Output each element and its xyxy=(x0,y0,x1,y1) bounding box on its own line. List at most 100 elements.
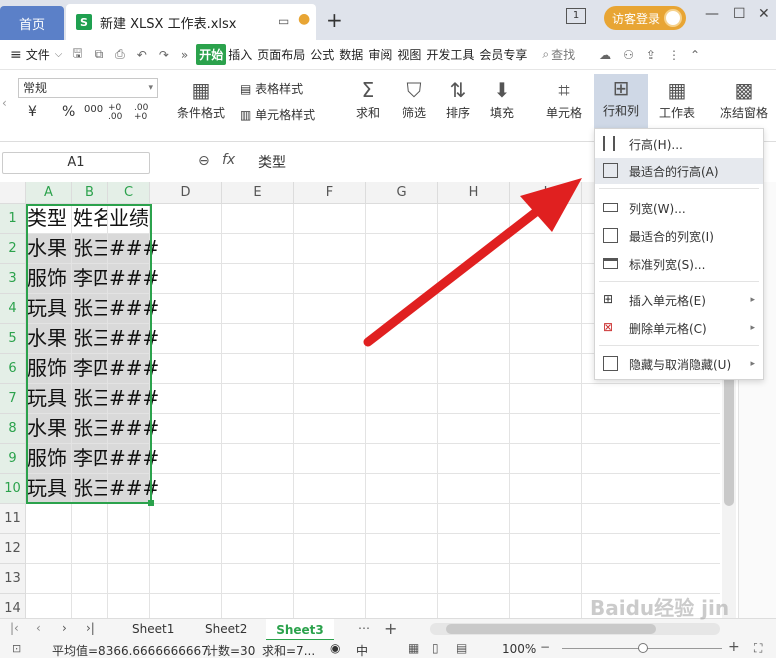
monitor-icon[interactable]: ▭ xyxy=(278,14,289,28)
row-header[interactable]: 14 xyxy=(0,594,26,618)
grid-cell[interactable] xyxy=(438,264,510,294)
grid-cell[interactable]: 服饰 xyxy=(26,444,72,474)
grid-cell[interactable] xyxy=(108,504,150,534)
grid-cell[interactable]: ### xyxy=(108,474,159,504)
grid-cell[interactable] xyxy=(222,594,294,618)
grid-cell[interactable]: 姓名 xyxy=(72,204,108,234)
grid-cell[interactable] xyxy=(582,444,720,474)
menu-item-autofit-row-height[interactable]: 最适合的行高(A) xyxy=(595,158,763,184)
grid-cell[interactable] xyxy=(108,534,150,564)
menu-item-standard-width[interactable]: 标准列宽(S)... xyxy=(595,251,763,277)
conditional-format-button[interactable]: ▦ 条件格式 xyxy=(170,76,232,121)
input-lang-indicator[interactable]: 中 xyxy=(356,642,368,658)
grid-cell[interactable] xyxy=(510,354,582,384)
format-painter-icon[interactable]: ⧉ xyxy=(95,47,104,62)
grid-cell[interactable]: 张三 xyxy=(72,384,108,414)
page-layout-view-icon[interactable]: ▯ xyxy=(432,641,439,655)
grid-cell[interactable] xyxy=(510,534,582,564)
grid-cell[interactable] xyxy=(222,354,294,384)
grid-cell[interactable] xyxy=(366,204,438,234)
save-icon[interactable]: 🖫 xyxy=(72,44,82,65)
grid-cell[interactable] xyxy=(366,414,438,444)
grid-cell[interactable] xyxy=(366,534,438,564)
zoom-slider-handle[interactable] xyxy=(638,643,648,653)
increase-decimal-button[interactable]: +0 .00 xyxy=(108,104,130,122)
collapse-ribbon-icon[interactable]: ⌃ xyxy=(690,48,700,62)
grid-cell[interactable] xyxy=(222,324,294,354)
grid-cell[interactable] xyxy=(72,504,108,534)
eye-protection-icon[interactable]: ◉ xyxy=(330,641,340,655)
grid-cell[interactable] xyxy=(294,474,366,504)
grid-cell[interactable]: ### xyxy=(108,324,159,354)
menu-review[interactable]: 审阅 xyxy=(368,46,392,63)
grid-cell[interactable] xyxy=(222,204,294,234)
sum-button[interactable]: Σ 求和 xyxy=(350,76,386,121)
menu-start[interactable]: 开始 xyxy=(196,44,227,65)
grid-cell[interactable] xyxy=(582,564,720,594)
new-tab-button[interactable]: + xyxy=(326,8,343,32)
row-header[interactable]: 7 xyxy=(0,384,26,414)
grid-cell[interactable] xyxy=(582,384,720,414)
grid-cell[interactable]: 张三 xyxy=(72,324,108,354)
column-header-d[interactable]: D xyxy=(150,182,222,204)
sheet-tab-2[interactable]: Sheet2 xyxy=(205,622,247,636)
grid-cell[interactable] xyxy=(222,414,294,444)
grid-cell[interactable]: ### xyxy=(108,234,159,264)
grid-cell[interactable] xyxy=(510,594,582,618)
row-header[interactable]: 9 xyxy=(0,444,26,474)
grid-cell[interactable] xyxy=(438,564,510,594)
grid-cell[interactable] xyxy=(438,234,510,264)
grid-cell[interactable]: 张三 xyxy=(72,414,108,444)
grid-cell[interactable] xyxy=(510,444,582,474)
print-icon[interactable]: ⎙ xyxy=(115,47,125,62)
page-break-view-icon[interactable]: ▤ xyxy=(456,641,467,655)
grid-cell[interactable] xyxy=(222,264,294,294)
row-header[interactable]: 8 xyxy=(0,414,26,444)
grid-cell[interactable] xyxy=(150,354,222,384)
grid-cell[interactable]: ### xyxy=(108,294,159,324)
document-tab[interactable]: S 新建 XLSX 工作表.xlsx ▭ ● xyxy=(66,4,316,40)
redo-icon[interactable]: ↷ xyxy=(159,48,169,62)
grid-cell[interactable] xyxy=(294,354,366,384)
grid-cell[interactable] xyxy=(150,294,222,324)
row-header[interactable]: 13 xyxy=(0,564,26,594)
undo-icon[interactable]: ↶ xyxy=(137,48,147,62)
more-icon[interactable]: » xyxy=(181,48,188,62)
grid-cell[interactable] xyxy=(72,594,108,618)
grid-cell[interactable]: 李四 xyxy=(72,354,108,384)
grid-cell[interactable] xyxy=(294,564,366,594)
grid-cell[interactable]: ### xyxy=(108,414,159,444)
grid-cell[interactable] xyxy=(222,564,294,594)
user-share-icon[interactable]: ⚇ xyxy=(623,48,634,62)
grid-cell[interactable] xyxy=(438,384,510,414)
chevron-down-icon[interactable]: ⌵ xyxy=(55,49,63,60)
grid-cell[interactable] xyxy=(294,324,366,354)
column-header-i[interactable]: I xyxy=(510,182,582,204)
grid-cell[interactable] xyxy=(510,294,582,324)
menu-member[interactable]: 会员专享 xyxy=(479,46,527,63)
grid-cell[interactable] xyxy=(108,564,150,594)
grid-cell[interactable] xyxy=(150,594,222,618)
close-icon[interactable]: ✕ xyxy=(758,6,770,22)
normal-view-icon[interactable]: ▦ xyxy=(408,641,419,655)
grid-cell[interactable] xyxy=(510,264,582,294)
grid-cell[interactable] xyxy=(294,594,366,618)
grid-cell[interactable] xyxy=(438,324,510,354)
menu-item-hide-unhide[interactable]: 隐藏与取消隐藏(U) ▸ xyxy=(595,351,763,377)
grid-cell[interactable] xyxy=(294,414,366,444)
row-header[interactable]: 3 xyxy=(0,264,26,294)
grid-cell[interactable] xyxy=(510,414,582,444)
minimize-icon[interactable]: — xyxy=(705,6,719,22)
grid-cell[interactable] xyxy=(438,594,510,618)
grid-cell[interactable]: 李四 xyxy=(72,264,108,294)
ribbon-scroll-left-icon[interactable]: ‹ xyxy=(2,96,7,110)
select-all-corner[interactable] xyxy=(0,182,26,204)
share-icon[interactable]: ⇪ xyxy=(646,48,656,62)
grid-cell[interactable] xyxy=(222,234,294,264)
grid-cell[interactable] xyxy=(366,354,438,384)
grid-cell[interactable] xyxy=(26,504,72,534)
grid-cell[interactable] xyxy=(510,324,582,354)
column-header-e[interactable]: E xyxy=(222,182,294,204)
grid-cell[interactable] xyxy=(438,534,510,564)
grid-cell[interactable]: 玩具 xyxy=(26,474,72,504)
